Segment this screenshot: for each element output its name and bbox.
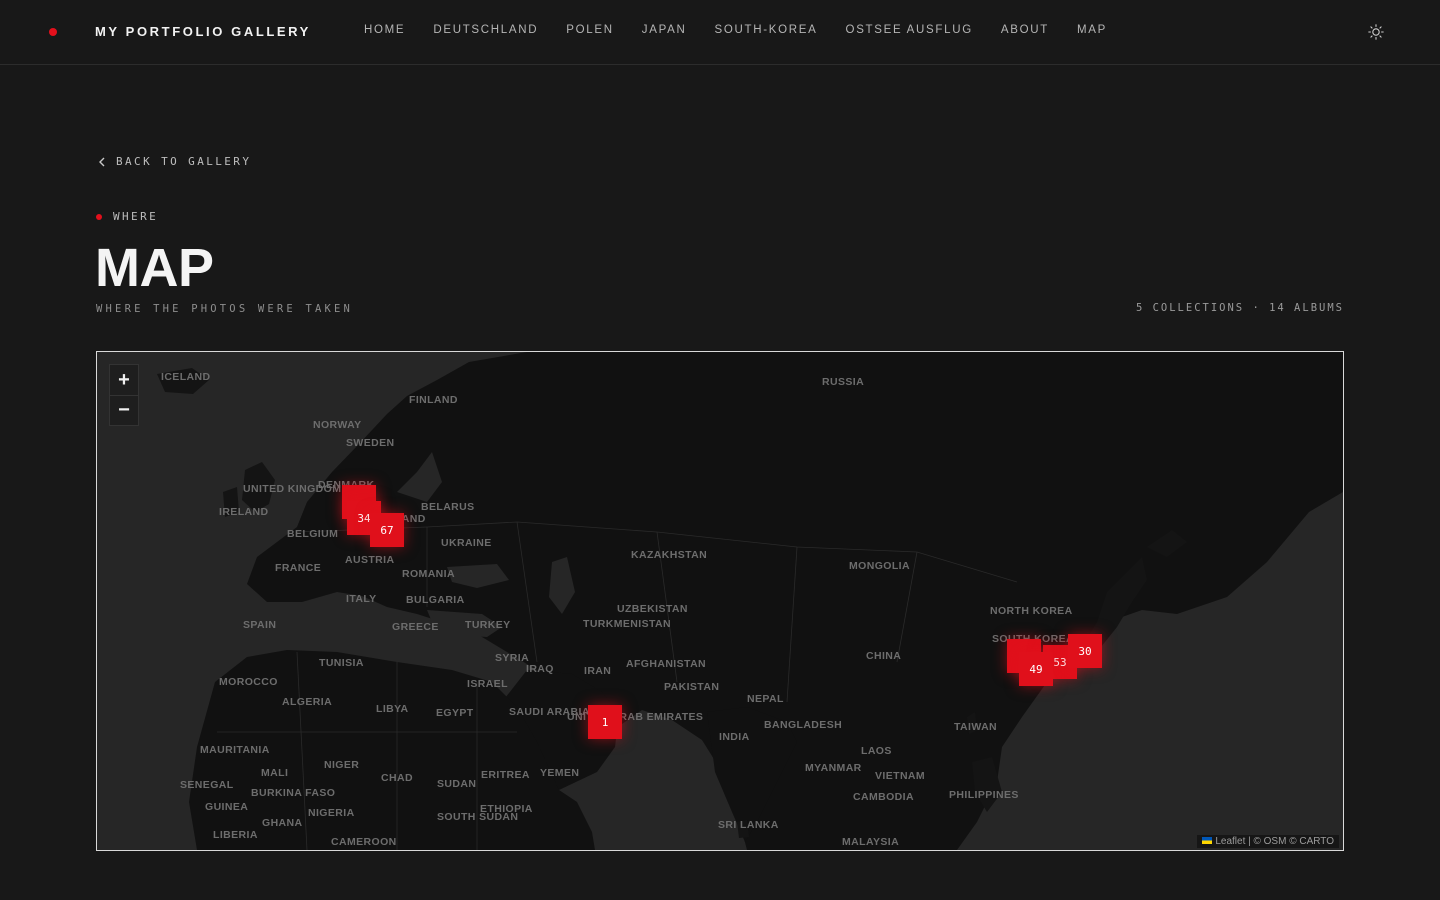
nav-item-deutschland[interactable]: DEUTSCHLAND	[433, 24, 538, 36]
map-label-india: INDIA	[719, 731, 750, 743]
map-label-niger: NIGER	[324, 759, 360, 771]
ukraine-flag-icon	[1202, 837, 1213, 844]
map-label-myanmar: MYANMAR	[805, 762, 862, 774]
map-label-uzbekistan: UZBEKISTAN	[617, 603, 688, 615]
map-label-ireland: IRELAND	[219, 506, 269, 518]
nav-item-polen[interactable]: POLEN	[566, 24, 614, 36]
map-label-algeria: ALGERIA	[282, 696, 333, 708]
map-label-sweden: SWEDEN	[346, 437, 395, 449]
map-label-syria: SYRIA	[495, 652, 530, 664]
map-label-iceland: ICELAND	[161, 371, 211, 383]
brand-title[interactable]: MY PORTFOLIO GALLERY	[95, 24, 311, 39]
map-label-taiwan: TAIWAN	[954, 721, 998, 733]
map-label-mauritania: MAURITANIA	[200, 744, 270, 756]
map-label-spain: SPAIN	[243, 619, 277, 631]
nav-item-home[interactable]: HOME	[364, 24, 405, 36]
map-cluster-marker[interactable]: 67	[370, 513, 404, 547]
map-label-ghana: GHANA	[262, 817, 303, 829]
map-label-egypt: EGYPT	[436, 707, 474, 719]
map-label-chad: CHAD	[381, 772, 413, 784]
map-label-israel: ISRAEL	[467, 678, 508, 690]
map-attribution: Leaflet | © OSM © CARTO	[1197, 835, 1339, 848]
map-label-malaysia: MALAYSIA	[842, 836, 900, 848]
map-label-bulgaria: BULGARIA	[406, 594, 465, 606]
map-label-libya: LIBYA	[376, 703, 409, 715]
map-label-turkey: TURKEY	[465, 619, 511, 631]
map-label-nepal: NEPAL	[747, 693, 784, 705]
map-label-sri-lanka: SRI LANKA	[718, 819, 779, 831]
map-label-italy: ITALY	[346, 593, 377, 605]
map-label-cambodia: CAMBODIA	[853, 791, 914, 803]
map-label-afghanistan: AFGHANISTAN	[626, 658, 707, 670]
map-label-liberia: LIBERIA	[213, 829, 258, 841]
map-label-pakistan: PAKISTAN	[664, 681, 720, 693]
chevron-left-icon	[99, 157, 105, 166]
map-label-guinea: GUINEA	[205, 801, 249, 813]
zoom-out-button[interactable]: −	[110, 395, 138, 425]
map-label-romania: ROMANIA	[402, 568, 455, 580]
map-label-vietnam: VIETNAM	[875, 770, 926, 782]
zoom-in-button[interactable]: +	[110, 365, 138, 395]
map-label-philippines: PHILIPPINES	[949, 789, 1019, 801]
map-label-ukraine: UKRAINE	[441, 537, 492, 549]
map-label-iraq: IRAQ	[526, 663, 554, 675]
map-label-nigeria: NIGERIA	[308, 807, 355, 819]
map-label-mongolia: MONGOLIA	[849, 560, 910, 572]
map-container[interactable]: RUSSIA ICELAND FINLAND NORWAY SWEDEN DEN…	[96, 351, 1344, 851]
map-label-senegal: SENEGAL	[180, 779, 234, 791]
top-navigation-bar: MY PORTFOLIO GALLERY HOME DEUTSCHLAND PO…	[0, 0, 1440, 65]
page-subtitle: WHERE THE PHOTOS WERE TAKEN	[96, 303, 354, 315]
map-label-cameroon: CAMEROON	[331, 836, 397, 848]
map-label-south-sudan: SOUTH SUDAN	[437, 812, 518, 823]
zoom-control: + −	[109, 364, 139, 426]
eyebrow-dot-icon	[96, 213, 102, 220]
sun-theme-toggle-icon[interactable]	[1368, 24, 1384, 40]
map-label-mali: MALI	[261, 767, 289, 779]
map-label-kazakhstan: KAZAKHSTAN	[631, 549, 708, 561]
map-label-united-kingdom: UNITED KINGDOM	[243, 483, 342, 495]
attribution-text[interactable]: Leaflet | © OSM © CARTO	[1215, 836, 1334, 847]
main-nav: HOME DEUTSCHLAND POLEN JAPAN SOUTH-KOREA…	[364, 24, 1135, 36]
map-label-sudan: SUDAN	[437, 778, 477, 790]
back-to-gallery-link[interactable]: BACK TO GALLERY	[98, 155, 251, 168]
nav-item-about[interactable]: ABOUT	[1001, 24, 1049, 36]
map-label-iran: IRAN	[584, 665, 612, 677]
map-label-norway: NORWAY	[313, 419, 362, 431]
eyebrow-label: WHERE	[113, 210, 159, 223]
map-label-yemen: YEMEN	[540, 767, 580, 779]
map-label-north-korea: NORTH KOREA	[990, 605, 1073, 617]
map-label-russia: RUSSIA	[822, 376, 865, 388]
nav-item-japan[interactable]: JAPAN	[642, 24, 687, 36]
map-cluster-marker[interactable]: 30	[1068, 634, 1102, 668]
map-label-belarus: BELARUS	[421, 501, 475, 513]
map-cluster-marker[interactable]: 49	[1019, 652, 1053, 686]
collection-stats: 5 COLLECTIONS · 14 ALBUMS	[1135, 302, 1344, 314]
map-label-france: FRANCE	[275, 562, 322, 574]
map-label-finland: FINLAND	[409, 394, 458, 406]
map-label-belgium: BELGIUM	[287, 528, 339, 540]
map-label-saudi-arabia: SAUDI ARABIA	[509, 707, 589, 718]
section-eyebrow: WHERE	[96, 210, 158, 223]
nav-item-south-korea[interactable]: SOUTH-KOREA	[715, 24, 818, 36]
map-label-greece: GREECE	[392, 621, 439, 633]
logo-dot-icon	[49, 28, 57, 36]
back-label: BACK TO GALLERY	[116, 155, 252, 168]
map-label-laos: LAOS	[861, 745, 892, 757]
nav-item-map[interactable]: MAP	[1077, 24, 1107, 36]
map-label-burkina-faso: BURKINA FASO	[251, 787, 336, 799]
map-label-austria: AUSTRIA	[345, 554, 395, 566]
map-label-eritrea: ERITREA	[481, 769, 530, 781]
page-title: MAP	[95, 238, 214, 298]
map-label-china: CHINA	[866, 650, 902, 662]
map-label-bangladesh: BANGLADESH	[764, 719, 843, 731]
map-label-turkmenistan: TURKMENISTAN	[583, 618, 672, 630]
map-label-morocco: MOROCCO	[219, 676, 278, 688]
nav-item-ostsee-ausflug[interactable]: OSTSEE AUSFLUG	[846, 24, 973, 36]
map-cluster-marker[interactable]: 1	[588, 705, 622, 739]
map-label-tunisia: TUNISIA	[319, 657, 364, 669]
